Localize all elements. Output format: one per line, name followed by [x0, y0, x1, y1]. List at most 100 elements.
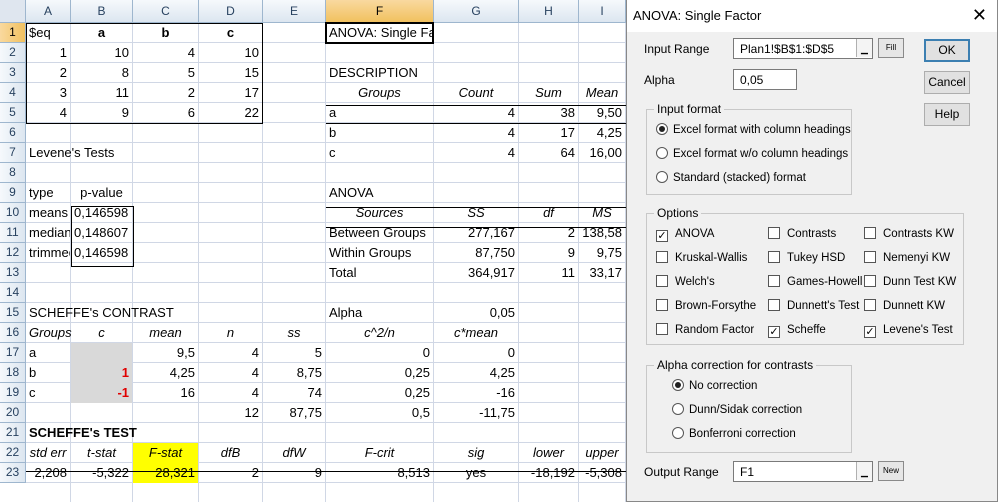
cell-g18[interactable]: 4,25	[434, 363, 518, 383]
row-header-13[interactable]: 13	[0, 263, 26, 283]
cell-a3[interactable]: 2	[26, 63, 70, 83]
cell-g22[interactable]: sig	[434, 443, 518, 463]
cell-h6[interactable]: 17	[519, 123, 578, 143]
cell-h7[interactable]: 64	[519, 143, 578, 163]
cell-b23[interactable]: -5,322	[71, 463, 132, 483]
cell-g19[interactable]: -16	[434, 383, 518, 403]
row-header-16[interactable]: 16	[0, 323, 26, 343]
corr-opts-radio-0[interactable]: No correction	[672, 379, 757, 393]
radio-icon[interactable]	[672, 403, 684, 415]
input-range-field[interactable]: Plan1!$B$1:$D$5 ▁	[733, 38, 873, 59]
cell-a5[interactable]: 4	[26, 103, 70, 123]
cell-g12[interactable]: 87,750	[434, 243, 518, 263]
option-checkbox-6[interactable]: Welch's	[656, 275, 715, 289]
cell-c23[interactable]: 28,321	[133, 463, 198, 483]
cell-g5[interactable]: 4	[434, 103, 518, 123]
cell-d1[interactable]: c	[199, 23, 262, 43]
cell-b5[interactable]: 9	[71, 103, 132, 123]
cell-d16[interactable]: n	[199, 323, 262, 343]
cell-f6[interactable]: b	[326, 123, 434, 143]
cell-f1[interactable]: ANOVA: Single Factor	[326, 23, 434, 43]
cancel-button[interactable]: Cancel	[924, 71, 970, 94]
cell-a23[interactable]: 2,208	[26, 463, 70, 483]
cell-b12[interactable]: 0,146598	[71, 243, 132, 263]
option-checkbox-12[interactable]: Random Factor	[656, 323, 754, 337]
row-header-8[interactable]: 8	[0, 163, 26, 183]
row-header-6[interactable]: 6	[0, 123, 26, 143]
checkbox-icon[interactable]	[656, 299, 668, 311]
option-checkbox-3[interactable]: Kruskal-Wallis	[656, 251, 747, 265]
cell-i22[interactable]: upper	[579, 443, 625, 463]
cell-f4[interactable]: Groups	[326, 83, 433, 103]
cell-g17[interactable]: 0	[434, 343, 518, 363]
close-icon[interactable]: ✕	[972, 5, 987, 26]
checkbox-icon[interactable]	[864, 299, 876, 311]
cell-e17[interactable]: 5	[263, 343, 325, 363]
cell-b2[interactable]: 10	[71, 43, 132, 63]
option-checkbox-13[interactable]: ✓ Scheffe	[768, 323, 826, 338]
checkbox-icon[interactable]	[768, 299, 780, 311]
cell-a10[interactable]: means	[26, 203, 70, 223]
cell-e18[interactable]: 8,75	[263, 363, 325, 383]
cell-e16[interactable]: ss	[263, 323, 325, 343]
radio-icon[interactable]	[656, 123, 668, 135]
row-header-10[interactable]: 10	[0, 203, 26, 223]
cell-f16[interactable]: c^2/n	[326, 323, 433, 343]
row-header-2[interactable]: 2	[0, 43, 26, 63]
cell-d5[interactable]: 22	[199, 103, 262, 123]
fill-button[interactable]: Fill	[878, 38, 904, 58]
cell-e22[interactable]: dfW	[263, 443, 325, 463]
row-header-15[interactable]: 15	[0, 303, 26, 323]
help-button[interactable]: Help	[924, 103, 970, 126]
cell-f5[interactable]: a	[326, 103, 434, 123]
cell-d4[interactable]: 17	[199, 83, 262, 103]
alpha-field[interactable]: 0,05	[733, 69, 797, 90]
cell-h12[interactable]: 9	[519, 243, 578, 263]
cell-h11[interactable]: 2	[519, 223, 578, 243]
option-checkbox-4[interactable]: Tukey HSD	[768, 251, 845, 265]
column-header-e[interactable]: E	[263, 0, 326, 23]
cell-i10[interactable]: MS	[579, 203, 625, 223]
cell-b10[interactable]: 0,146598	[71, 203, 132, 223]
cell-d18[interactable]: 4	[199, 363, 262, 383]
corr-opts-radio-2[interactable]: Bonferroni correction	[672, 427, 796, 441]
cell-g23[interactable]: yes	[434, 463, 518, 483]
row-header-20[interactable]: 20	[0, 403, 26, 423]
radio-icon[interactable]	[672, 427, 684, 439]
cell-b22[interactable]: t-stat	[71, 443, 132, 463]
cell-b18[interactable]: 1	[71, 363, 132, 383]
cell-c4[interactable]: 2	[133, 83, 198, 103]
checkbox-checked-icon[interactable]: ✓	[656, 230, 668, 242]
cell-i5[interactable]: 9,50	[579, 103, 625, 123]
row-header-5[interactable]: 5	[0, 103, 26, 123]
cell-e20[interactable]: 87,75	[263, 403, 325, 423]
checkbox-icon[interactable]	[656, 323, 668, 335]
cell-c22[interactable]: F-stat	[133, 443, 198, 463]
column-header-a[interactable]: A	[26, 0, 71, 23]
corr-opts-radio-1[interactable]: Dunn/Sidak correction	[672, 403, 802, 417]
checkbox-icon[interactable]	[864, 275, 876, 287]
cell-g15[interactable]: 0,05	[434, 303, 518, 323]
cell-h10[interactable]: df	[519, 203, 578, 223]
cell-i6[interactable]: 4,25	[579, 123, 625, 143]
row-header-22[interactable]: 22	[0, 443, 26, 463]
checkbox-checked-icon[interactable]: ✓	[864, 326, 876, 338]
cell-g6[interactable]: 4	[434, 123, 518, 143]
cell-c5[interactable]: 6	[133, 103, 198, 123]
cell-f7[interactable]: c	[326, 143, 434, 163]
cell-a11[interactable]: median	[26, 223, 70, 243]
option-checkbox-14[interactable]: ✓ Levene's Test	[864, 323, 953, 338]
row-header-17[interactable]: 17	[0, 343, 26, 363]
option-checkbox-0[interactable]: ✓ ANOVA	[656, 227, 714, 242]
fmt-opts-radio-2[interactable]: Standard (stacked) format	[656, 171, 806, 185]
cell-g20[interactable]: -11,75	[434, 403, 518, 423]
row-header-4[interactable]: 4	[0, 83, 26, 103]
cell-d2[interactable]: 10	[199, 43, 262, 63]
column-header-c[interactable]: C	[133, 0, 199, 23]
column-header-d[interactable]: D	[199, 0, 263, 23]
cell-a22[interactable]: std err	[26, 443, 70, 463]
cell-a7[interactable]: Levene's Tests	[26, 143, 226, 163]
row-header-11[interactable]: 11	[0, 223, 26, 243]
cell-i23[interactable]: -5,308	[579, 463, 625, 483]
cell-h23[interactable]: -18,192	[519, 463, 578, 483]
